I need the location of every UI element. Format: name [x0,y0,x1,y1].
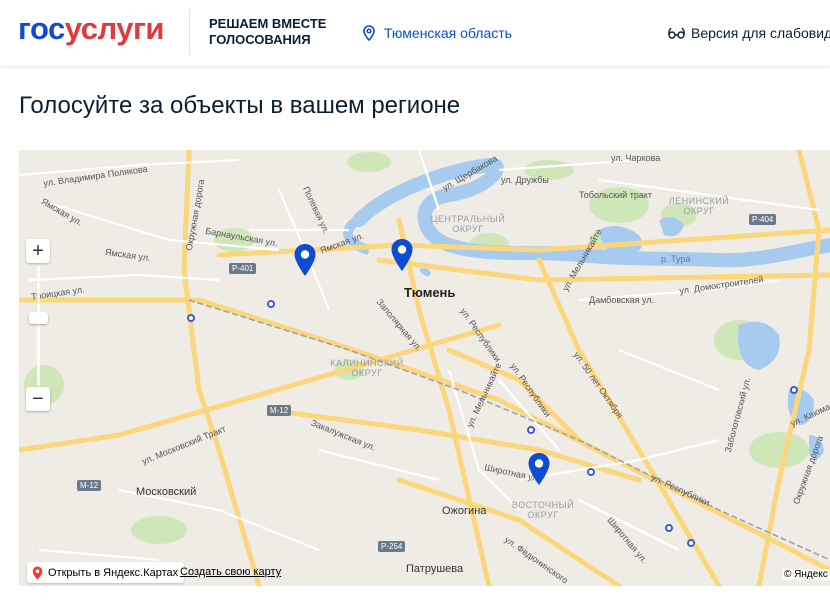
map-copyright[interactable]: © Яндекс [782,569,830,580]
road-shield: М-12 [77,480,102,491]
road-shield: М-12 [267,405,292,416]
town-label: Московский [136,486,197,498]
project-slogan: Решаем вместе голосования [209,16,327,47]
voting-object-pin[interactable] [293,243,317,277]
gosuslugi-logo[interactable]: госуслуги [18,11,164,47]
site-header: госуслуги Решаем вместе голосования Тюме… [0,0,830,66]
town-label: Патрушева [406,563,464,575]
open-in-yandex-maps-label: Открыть в Яндекс.Картах [48,566,179,579]
location-pin-icon [363,25,375,41]
low-vision-version-link[interactable]: Версия для слабовидящих [668,23,830,43]
road-shield: Р-404 [749,214,777,225]
open-in-yandex-maps-button[interactable]: Открыть в Яндекс.Картах [27,562,185,583]
road-shield: Р-401 [229,263,257,274]
district-label-kalininsky: КАЛИНИНСКИЙ ОКРУГ [330,358,404,378]
street-label: Дамбовская ул. [589,295,655,305]
zoom-slider-handle[interactable] [29,312,48,324]
voting-object-pin[interactable] [390,238,414,272]
district-label-vostochny: ВОСТОЧНЫЙ ОКРУГ [511,500,575,520]
street-label: ул. Дружбы [501,175,549,185]
region-selector[interactable]: Тюменская область [362,23,512,43]
city-label: Тюмень [404,285,456,300]
logo-part-uslugi: услуги [64,11,165,46]
logo-part-gos: гос [18,11,65,46]
street-label: Тобольский тракт [579,190,652,200]
zoom-in-button[interactable]: + [26,239,50,263]
page-title: Голосуйте за объекты в вашем регионе [19,92,461,119]
zoom-out-button[interactable]: − [26,387,50,411]
yandex-maps-pin-icon [32,566,43,579]
low-vision-label: Версия для слабовидящих [691,25,830,41]
river-label: р. Тура [661,254,691,264]
create-own-map-link[interactable]: Создать свою карту [180,566,281,578]
zoom-slider-track[interactable] [37,266,40,386]
yandex-map[interactable]: ул. Владимира Полякова Ямская ул. Ямская… [19,150,830,586]
town-label: Ожогина [442,505,487,517]
district-label-leninsky: ЛЕНИНСКИЙ ОКРУГ [668,196,730,216]
header-divider [189,9,190,55]
road-shield: Р-254 [378,541,406,552]
region-label: Тюменская область [384,25,512,41]
voting-object-pin[interactable] [527,452,551,486]
district-label-central: ЦЕНТРАЛЬНЫЙ ОКРУГ [430,214,506,234]
glasses-icon [668,27,685,39]
street-label: ул. Чаркова [611,153,661,163]
